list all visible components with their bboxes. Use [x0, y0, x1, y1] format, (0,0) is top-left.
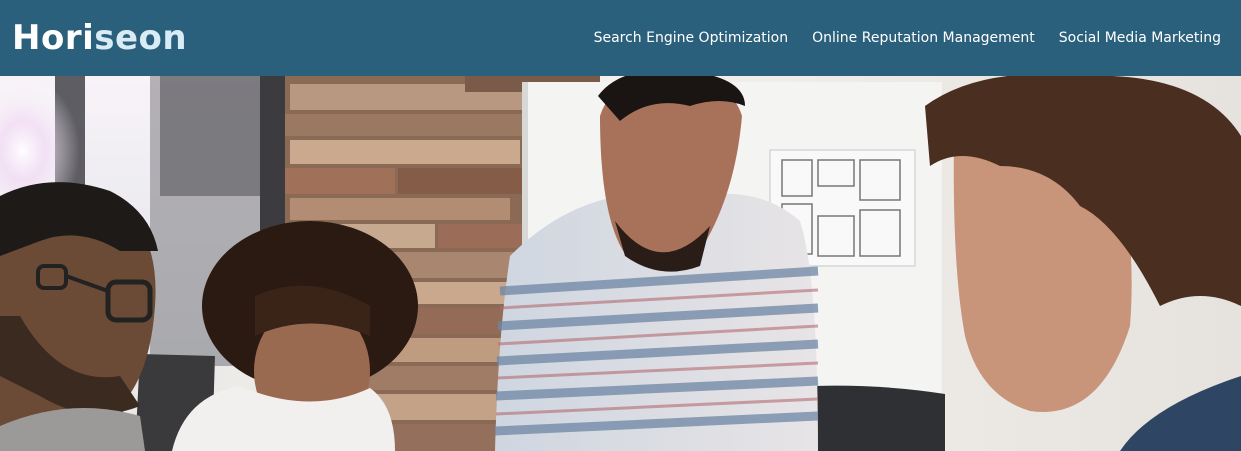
logo-prefix: Hori [12, 18, 95, 58]
hero-photo-illustration [0, 76, 1241, 451]
nav-link-reputation[interactable]: Online Reputation Management [812, 30, 1035, 46]
office-chair [812, 385, 945, 451]
nav-link-social-media[interactable]: Social Media Marketing [1059, 30, 1221, 46]
site-logo[interactable]: Horiseon [12, 21, 187, 55]
hero-image [0, 76, 1241, 451]
main-nav: Search Engine Optimization Online Reputa… [570, 0, 1229, 76]
site-header: Horiseon Search Engine Optimization Onli… [0, 0, 1241, 76]
logo-accent: seon [94, 18, 188, 58]
nav-link-seo[interactable]: Search Engine Optimization [594, 30, 789, 46]
